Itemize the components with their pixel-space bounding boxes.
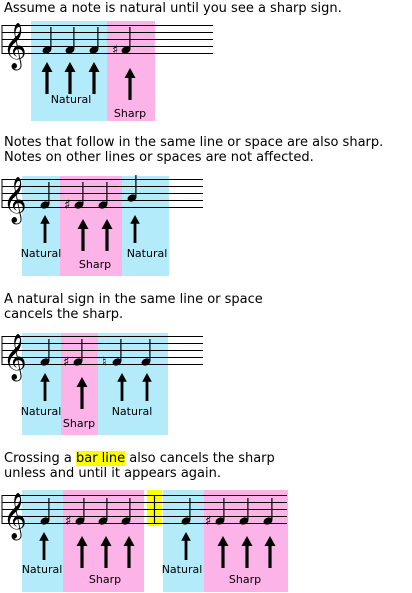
natural-region <box>163 490 204 592</box>
sharp-label: Sharp <box>79 258 111 271</box>
sharp-sign-icon: ♯ <box>205 514 211 529</box>
natural-region <box>98 333 168 435</box>
natural-region <box>22 176 60 276</box>
natural-label: Natural <box>21 247 62 260</box>
sharp-label: Sharp <box>114 107 146 120</box>
treble-clef-icon: 𝄞 <box>3 493 27 541</box>
panel-4-diagram: 𝄞 ♯ ♯ Natural Sharp Natural Sharp <box>1 490 288 592</box>
treble-clef-icon: 𝄞 <box>3 334 27 382</box>
natural-sign-icon: ♮ <box>102 355 107 370</box>
natural-label: Natural <box>162 563 203 576</box>
natural-label: Natural <box>127 247 168 260</box>
natural-label: Natural <box>22 563 63 576</box>
natural-label: Natural <box>51 93 92 106</box>
sharp-label: Sharp <box>89 573 121 586</box>
treble-clef-icon: 𝄞 <box>3 177 27 225</box>
natural-label: Natural <box>21 405 62 418</box>
natural-label: Natural <box>112 405 153 418</box>
panel-2-diagram: 𝄞 ♯ Natural Sharp Natural <box>1 174 203 276</box>
natural-region <box>22 490 63 592</box>
sharp-sign-icon: ♯ <box>65 514 71 529</box>
treble-clef-icon: 𝄞 <box>3 23 27 71</box>
sharp-sign-icon: ♯ <box>63 355 69 370</box>
panel-3-diagram: 𝄞 ♯ ♮ Natural Sharp Natural <box>1 333 203 435</box>
panel-1-diagram: 𝄞 ♯ Natural Sharp <box>1 21 213 121</box>
music-diagrams: 𝄞 ♯ Natural Sharp 𝄞 ♯ Natural Sharp Natu… <box>1 21 288 592</box>
sharp-sign-icon: ♯ <box>112 43 118 58</box>
sharp-label: Sharp <box>63 417 95 430</box>
sharp-label: Sharp <box>229 573 261 586</box>
natural-region <box>22 333 61 435</box>
natural-region <box>122 176 169 276</box>
sharp-sign-icon: ♯ <box>64 198 70 213</box>
